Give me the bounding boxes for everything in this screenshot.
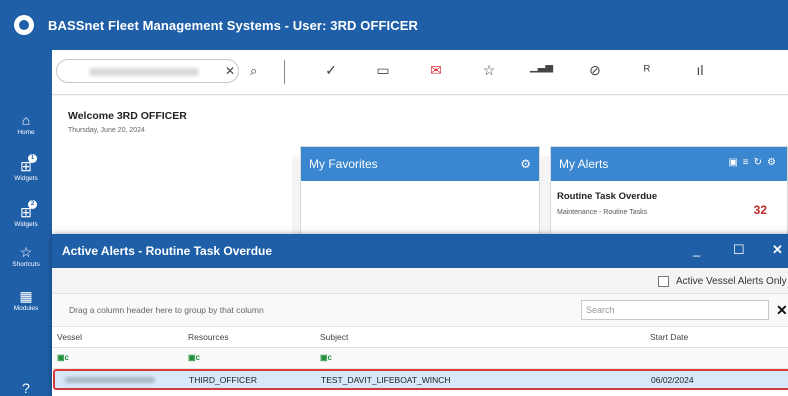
sidebar-item-label: Shortcuts	[12, 261, 40, 268]
chat-icon[interactable]: ▭	[372, 62, 394, 79]
chart-icon[interactable]: ▁▃▅	[530, 62, 553, 73]
title-bar: BASSnet Fleet Management Systems - User:…	[0, 0, 788, 50]
refresh-icon[interactable]: ↻	[754, 157, 767, 168]
alerts-actions: ▣≡↻⚙	[728, 157, 781, 168]
close-button[interactable]: ✕	[772, 242, 783, 258]
save-icon[interactable]: ▣	[728, 157, 742, 168]
sidebar-item-widgets-1[interactable]: ⊞ 1 Widgets	[0, 154, 52, 182]
column-header-vessel[interactable]: Vessel	[57, 332, 82, 342]
help-icon: ?	[22, 380, 30, 396]
toolbar-separator	[284, 60, 285, 84]
sidebar-item-home[interactable]: ⌂ Home	[0, 112, 52, 136]
alerts-grid: Vessel Resources Subject Start Date ▣c ▣…	[52, 327, 788, 390]
filter-icon[interactable]: ▣c	[188, 353, 200, 362]
group-by-hint: Drag a column header here to group by th…	[69, 305, 264, 315]
app-title: BASSnet Fleet Management Systems - User:…	[48, 17, 419, 33]
filter-icon[interactable]: ▣c	[57, 353, 69, 362]
current-date: Thursday, June 20, 2024	[68, 127, 145, 134]
mail-alert-icon[interactable]: ✉	[425, 62, 447, 79]
column-header-start-date[interactable]: Start Date	[650, 332, 688, 342]
column-header-resources[interactable]: Resources	[188, 332, 229, 342]
alerts-panel: My Alerts ▣≡↻⚙ Routine Task Overdue Main…	[550, 146, 788, 246]
check-circle-icon[interactable]: ⊘	[584, 62, 606, 79]
grid-search-input[interactable]	[581, 300, 769, 320]
clear-search-icon[interactable]: ✕	[776, 302, 788, 319]
search-icon[interactable]: ⌕	[250, 63, 257, 79]
sidebar-item-help[interactable]: ?	[0, 380, 52, 396]
modules-icon: ▦	[19, 288, 33, 304]
checkbox-label: Active Vessel Alerts Only	[676, 276, 787, 287]
star-icon: ☆	[19, 244, 33, 260]
active-alerts-dialog: Active Alerts - Routine Task Overdue _ ☐…	[52, 234, 788, 396]
alert-item-title[interactable]: Routine Task Overdue	[557, 191, 657, 202]
home-icon: ⌂	[21, 112, 31, 128]
filter-icon[interactable]: ▣c	[320, 353, 332, 362]
favorites-title: My Favorites	[309, 157, 378, 171]
notification-badge: 2	[28, 200, 37, 209]
clear-search-icon[interactable]: ✕	[225, 64, 235, 78]
bar-chart-icon[interactable]: ıl	[689, 62, 711, 78]
sidebar: ⌂ Home ⊞ 1 Widgets ⊞ 2 Widgets ☆ Shortcu…	[0, 50, 52, 396]
check-icon[interactable]: ✓	[320, 62, 342, 79]
search-value-redacted	[89, 68, 199, 76]
favorites-panel-header: My Favorites ⚙	[301, 147, 539, 181]
user-search-icon[interactable]: ᴿ	[636, 62, 658, 78]
cell-resources: THIRD_OFFICER	[189, 375, 257, 385]
star-list-icon[interactable]: ☆	[478, 62, 500, 79]
dialog-title: Active Alerts - Routine Task Overdue	[62, 244, 273, 258]
minimize-button[interactable]: _	[693, 242, 700, 257]
toolbar: ✕ ⌕ ✓ ▭ ✉ ☆ ▁▃▅ ⊘ ᴿ ıl	[52, 50, 788, 95]
sidebar-item-label: Widgets	[14, 221, 38, 228]
cell-subject: TEST_DAVIT_LIFEBOAT_WINCH	[321, 375, 451, 385]
sidebar-item-label: Modules	[13, 305, 39, 312]
grid-header-row: Vessel Resources Subject Start Date	[52, 327, 788, 348]
app-window: BASSnet Fleet Management Systems - User:…	[0, 0, 788, 396]
widgets-icon: ⊞ 2	[0, 200, 52, 220]
favorites-panel: My Favorites ⚙	[300, 146, 540, 246]
gear-icon[interactable]: ⚙	[520, 157, 531, 171]
sidebar-item-modules[interactable]: ▦ Modules	[0, 288, 52, 312]
maximize-button[interactable]: ☐	[733, 242, 745, 258]
alerts-panel-header: My Alerts ▣≡↻⚙	[551, 147, 787, 181]
cell-start-date: 06/02/2024	[651, 375, 694, 385]
sidebar-item-shortcuts[interactable]: ☆ Shortcuts	[0, 244, 52, 268]
grid-filter-row: ▣c ▣c ▣c	[52, 348, 788, 369]
notification-badge: 1	[28, 154, 37, 163]
gear-icon[interactable]: ⚙	[767, 157, 781, 168]
table-row[interactable]: THIRD_OFFICER TEST_DAVIT_LIFEBOAT_WINCH …	[53, 369, 788, 390]
sidebar-item-label: Home	[17, 129, 35, 136]
widgets-icon: ⊞ 1	[0, 154, 52, 174]
alert-item-subtitle: Maintenance - Routine Tasks	[557, 209, 648, 216]
alert-count[interactable]: 32	[754, 203, 767, 217]
dialog-title-bar: Active Alerts - Routine Task Overdue _ ☐…	[52, 234, 788, 268]
vessel-name-redacted	[65, 377, 155, 383]
sidebar-item-widgets-2[interactable]: ⊞ 2 Widgets	[0, 200, 52, 228]
welcome-heading: Welcome 3RD OFFICER	[68, 110, 187, 122]
sidebar-item-label: Widgets	[14, 175, 38, 182]
alerts-title: My Alerts	[559, 157, 609, 171]
list-icon[interactable]: ≡	[743, 157, 754, 168]
column-header-subject[interactable]: Subject	[320, 332, 348, 342]
bassnet-logo-icon[interactable]	[14, 15, 34, 35]
global-search-input[interactable]: ✕	[56, 59, 239, 83]
active-vessel-alerts-checkbox[interactable]	[658, 276, 669, 287]
